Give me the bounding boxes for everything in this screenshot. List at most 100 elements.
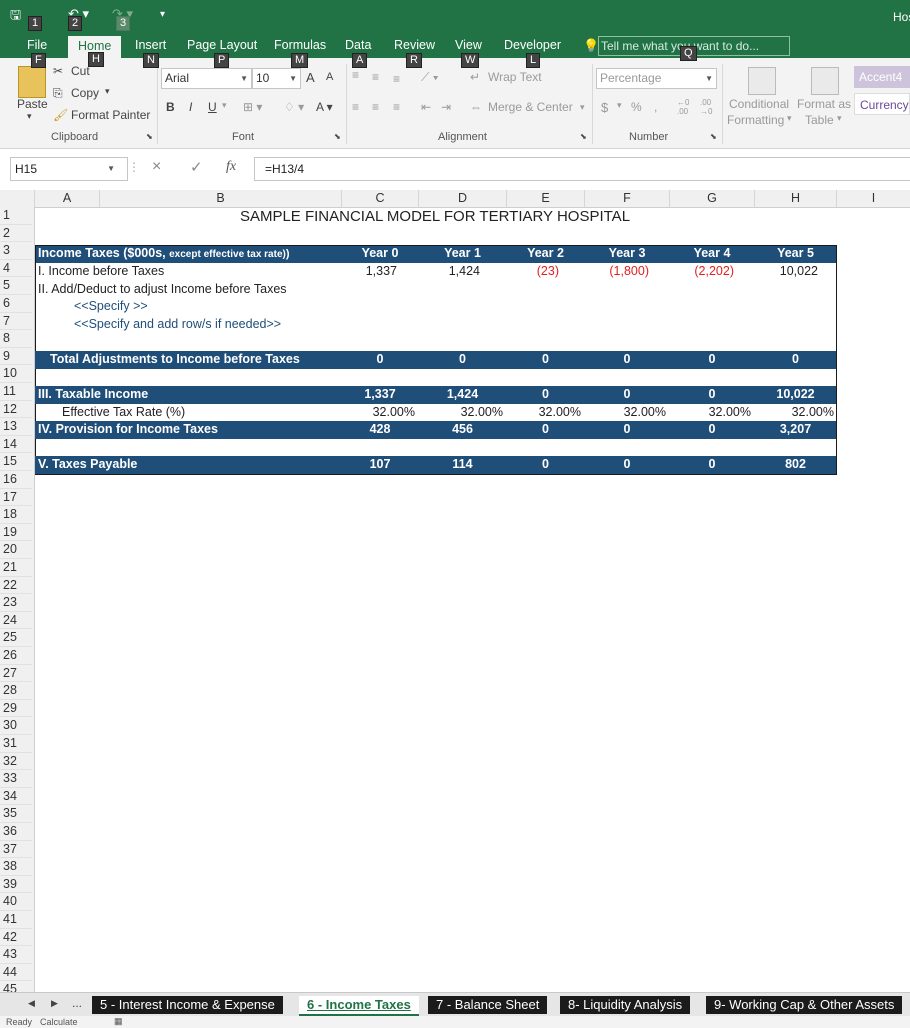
- conditional-formatting-dropdown-icon[interactable]: ▾: [787, 113, 792, 124]
- cell-style-currency[interactable]: Currency: [854, 93, 910, 115]
- enter-formula-icon[interactable]: ✓: [190, 158, 203, 176]
- decrease-decimal-icon[interactable]: .00 →0: [700, 98, 712, 116]
- conditional-formatting-line2[interactable]: Formatting: [727, 113, 784, 127]
- format-as-table-line2[interactable]: Table: [805, 113, 834, 127]
- year-header[interactable]: Year 4: [670, 245, 754, 263]
- column-header-f[interactable]: F: [585, 190, 670, 207]
- currency-button[interactable]: $: [601, 100, 608, 115]
- name-box[interactable]: H15 ▼: [10, 157, 128, 181]
- percent-button[interactable]: %: [631, 100, 642, 114]
- align-right-icon[interactable]: ≡: [393, 100, 400, 114]
- row-header[interactable]: 40: [0, 893, 32, 911]
- table-cell[interactable]: 107: [342, 456, 418, 474]
- row-header[interactable]: 26: [0, 647, 32, 665]
- number-format-select[interactable]: Percentage ▼: [596, 68, 717, 89]
- row-header[interactable]: 18: [0, 506, 32, 524]
- row-header[interactable]: 16: [0, 471, 32, 489]
- grow-font-icon[interactable]: A: [306, 70, 315, 85]
- row-header[interactable]: 1: [0, 207, 32, 225]
- tab-formulas[interactable]: Formulas: [274, 38, 326, 52]
- income-taxes-header[interactable]: Income Taxes ($000s, except effective ta…: [38, 245, 290, 263]
- table-cell[interactable]: 0: [585, 351, 669, 369]
- column-header-d[interactable]: D: [419, 190, 507, 207]
- currency-dropdown-icon[interactable]: ▾: [617, 100, 622, 111]
- row-header[interactable]: 4: [0, 260, 32, 278]
- table-cell[interactable]: 10,022: [755, 386, 836, 404]
- year-header[interactable]: Year 1: [419, 245, 506, 263]
- row-header[interactable]: 28: [0, 682, 32, 700]
- copy-icon[interactable]: ⎘: [53, 86, 63, 101]
- cancel-formula-icon[interactable]: ×: [152, 158, 161, 176]
- sheet-tab-liquidity-analysis[interactable]: 8- Liquidity Analysis: [560, 996, 691, 1014]
- merge-center-icon[interactable]: ⇔: [470, 100, 482, 114]
- row-header[interactable]: 43: [0, 946, 32, 964]
- wrap-text-button[interactable]: Wrap Text: [488, 70, 542, 84]
- row-header[interactable]: 10: [0, 365, 32, 383]
- next-sheet-icon[interactable]: ▶: [51, 998, 58, 1009]
- format-as-table-line1[interactable]: Format as: [797, 97, 851, 111]
- year-header[interactable]: Year 2: [507, 245, 584, 263]
- row-header[interactable]: 21: [0, 559, 32, 577]
- row-header[interactable]: 32: [0, 753, 32, 771]
- font-size-select[interactable]: 10 ▼: [252, 68, 301, 89]
- row-header[interactable]: 15: [0, 453, 32, 471]
- table-cell[interactable]: 3,207: [755, 421, 836, 439]
- customize-qat-icon[interactable]: ▾: [160, 9, 165, 20]
- row-label-taxes-payable[interactable]: V. Taxes Payable: [38, 456, 137, 474]
- tab-view[interactable]: View: [455, 38, 482, 52]
- row-label-total-adjustments[interactable]: Total Adjustments to Income before Taxes: [50, 351, 300, 369]
- row-header[interactable]: 7: [0, 313, 32, 331]
- bold-button[interactable]: B: [166, 100, 175, 114]
- cell-style-accent4[interactable]: Accent4: [854, 66, 910, 88]
- row-header[interactable]: 24: [0, 612, 32, 630]
- column-header-i[interactable]: I: [837, 190, 910, 207]
- row-header[interactable]: 39: [0, 876, 32, 894]
- row-header[interactable]: 27: [0, 665, 32, 683]
- year-header[interactable]: Year 0: [342, 245, 418, 263]
- row-header[interactable]: 12: [0, 401, 32, 419]
- formula-input[interactable]: =H13/4: [254, 157, 910, 181]
- copy-dropdown-icon[interactable]: ▾: [105, 86, 110, 97]
- align-bottom-icon[interactable]: ≡: [393, 72, 400, 86]
- table-cell[interactable]: 0: [507, 421, 584, 439]
- row-header[interactable]: 19: [0, 524, 32, 542]
- underline-button[interactable]: U: [208, 100, 217, 114]
- row-header[interactable]: 6: [0, 295, 32, 313]
- increase-decimal-icon[interactable]: ←0.00: [677, 98, 689, 116]
- font-launcher-icon[interactable]: ⬊: [334, 132, 341, 141]
- table-cell[interactable]: 32.00%: [755, 404, 834, 422]
- tab-insert[interactable]: Insert: [135, 38, 166, 52]
- save-icon[interactable]: 🖫: [10, 6, 21, 28]
- row-label-effective-tax-rate[interactable]: Effective Tax Rate (%): [62, 404, 185, 422]
- prev-sheet-icon[interactable]: ◀: [28, 998, 35, 1009]
- row-header[interactable]: 33: [0, 770, 32, 788]
- row-header[interactable]: 23: [0, 594, 32, 612]
- row-header[interactable]: 17: [0, 489, 32, 507]
- italic-button[interactable]: I: [189, 100, 192, 114]
- font-color-icon[interactable]: A ▾: [316, 100, 333, 114]
- table-cell[interactable]: 428: [342, 421, 418, 439]
- table-cell[interactable]: 1,337: [342, 386, 418, 404]
- table-cell[interactable]: 114: [419, 456, 506, 474]
- paste-button[interactable]: Paste: [17, 97, 48, 111]
- row-header[interactable]: 44: [0, 964, 32, 982]
- table-cell[interactable]: 10,022: [755, 263, 818, 281]
- font-name-select[interactable]: Arial ▼: [161, 68, 252, 89]
- row-header[interactable]: 20: [0, 541, 32, 559]
- table-cell[interactable]: 0: [670, 421, 754, 439]
- table-cell[interactable]: 1,337: [342, 263, 397, 281]
- row-header[interactable]: 35: [0, 805, 32, 823]
- cut-button[interactable]: Cut: [71, 64, 90, 78]
- row-header[interactable]: 37: [0, 841, 32, 859]
- column-header-c[interactable]: C: [342, 190, 419, 207]
- table-cell[interactable]: 32.00%: [342, 404, 415, 422]
- row-header[interactable]: 8: [0, 330, 32, 348]
- align-left-icon[interactable]: ≡: [352, 100, 359, 114]
- tab-page-layout[interactable]: Page Layout: [187, 38, 257, 52]
- table-cell[interactable]: 32.00%: [419, 404, 503, 422]
- row-label-specify-add-rows[interactable]: <<Specify and add row/s if needed>>: [74, 316, 281, 334]
- row-header[interactable]: 30: [0, 717, 32, 735]
- row-header[interactable]: 31: [0, 735, 32, 753]
- increase-indent-icon[interactable]: ⇥: [441, 100, 451, 114]
- align-middle-icon[interactable]: ≡: [372, 70, 379, 84]
